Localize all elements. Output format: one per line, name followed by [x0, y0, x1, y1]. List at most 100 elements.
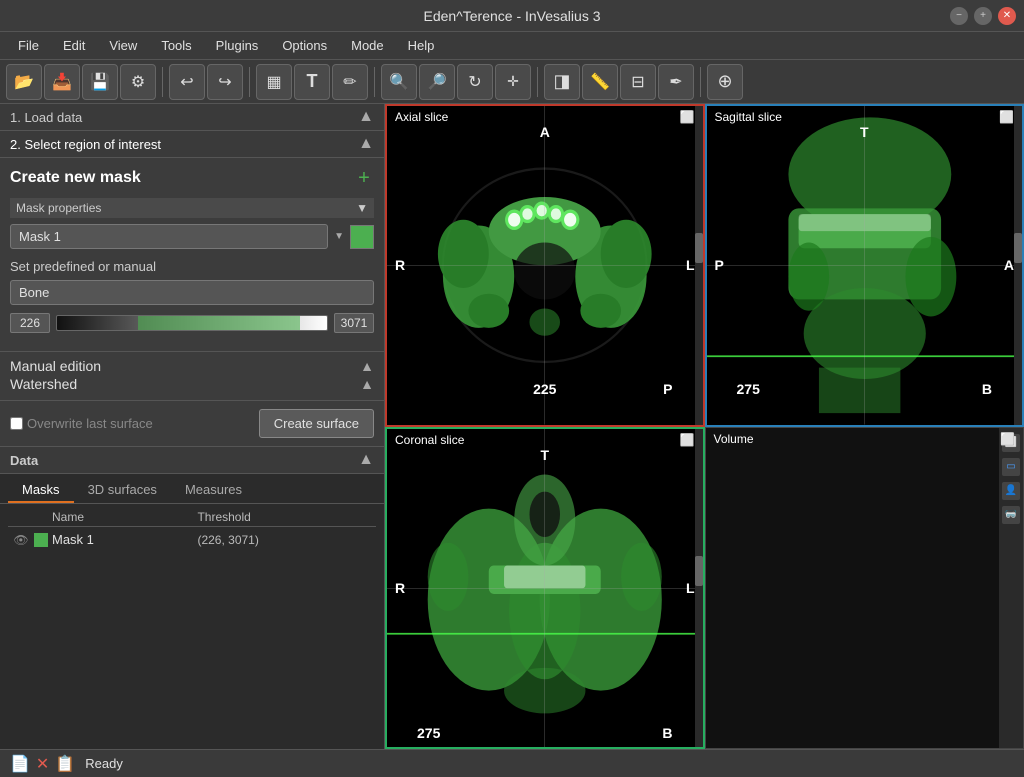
window-controls: − + ✕: [950, 7, 1016, 25]
copy-icon[interactable]: 📋: [55, 754, 75, 774]
zoom-in-button[interactable]: 🔍: [381, 64, 417, 100]
watershed-expand[interactable]: ▲: [360, 376, 374, 392]
axial-orient-top: A: [540, 124, 550, 140]
threshold-max-input[interactable]: 3071: [334, 313, 374, 333]
sagittal-orient-right: A: [1004, 257, 1014, 273]
status-text: Ready: [85, 756, 123, 771]
step2-label: 2. Select region of interest: [10, 137, 161, 152]
undo-button[interactable]: ↩: [169, 64, 205, 100]
settings-button[interactable]: ⚙: [120, 64, 156, 100]
zoom-out-button[interactable]: 🔎: [419, 64, 455, 100]
manual-edition-label: Manual edition: [10, 358, 101, 374]
step2-expand[interactable]: ▲: [358, 135, 374, 153]
volume-panel: Volume ⬜ ⬜ ▭ 👤 🥽: [705, 427, 1024, 750]
sagittal-orient-top: T: [860, 124, 869, 140]
threshold-range-highlight: [138, 316, 300, 330]
menu-item-tools[interactable]: Tools: [151, 36, 201, 55]
axial-scrollbar[interactable]: [695, 106, 703, 425]
sagittal-slice-panel[interactable]: Sagittal slice ⬜ T P A 275 B: [705, 104, 1024, 427]
vol-icon-person[interactable]: 👤: [1002, 482, 1020, 500]
tab-3dsurfaces[interactable]: 3D surfaces: [74, 478, 171, 503]
vol-icon-glasses[interactable]: 🥽: [1002, 506, 1020, 524]
axial-orient-right: L: [686, 257, 695, 273]
sagittal-slice-label: Sagittal slice: [715, 110, 782, 124]
mask-color-box[interactable]: [350, 225, 374, 249]
mask-add-button[interactable]: ⊕: [707, 64, 743, 100]
menu-item-mode[interactable]: Mode: [341, 36, 394, 55]
menu-item-file[interactable]: File: [8, 36, 49, 55]
titlebar: Eden^Terence - InVesalius 3 − + ✕: [0, 0, 1024, 32]
sagittal-scrollbar-thumb: [1014, 233, 1022, 263]
coronal-scrollbar[interactable]: [695, 429, 703, 748]
sagittal-expand-icon[interactable]: ⬜: [999, 110, 1014, 124]
coronal-expand-icon[interactable]: ⬜: [680, 433, 695, 447]
rotate-button[interactable]: ↻: [457, 64, 493, 100]
redo-button[interactable]: ↪: [207, 64, 243, 100]
menu-item-edit[interactable]: Edit: [53, 36, 95, 55]
create-surface-button[interactable]: Create surface: [259, 409, 374, 438]
threshold-row: 226 3071: [10, 313, 374, 333]
tab-measures[interactable]: Measures: [171, 478, 256, 503]
left-panel: 1. Load data ▲ 2. Select region of inter…: [0, 104, 385, 749]
toolbar-separator-5: [700, 67, 701, 97]
axial-expand-icon[interactable]: ⬜: [680, 110, 695, 124]
vol-icon-2[interactable]: ▭: [1002, 458, 1020, 476]
data-expand[interactable]: ▲: [358, 451, 374, 469]
overwrite-checkbox[interactable]: [10, 417, 23, 430]
toolbar-separator-1: [162, 67, 163, 97]
sagittal-scrollbar[interactable]: [1014, 106, 1022, 425]
step1-label: 1. Load data: [10, 110, 82, 125]
volume-sidebar: ⬜ ▭ 👤 🥽: [999, 428, 1023, 749]
slice-button[interactable]: ⊟: [620, 64, 656, 100]
coronal-slice-panel[interactable]: Coronal slice ⬜ T R L 275 B: [385, 427, 705, 750]
coronal-scrollbar-thumb: [695, 556, 703, 586]
coronal-orient-right: L: [686, 580, 695, 596]
volume-label: Volume: [714, 432, 754, 446]
ruler-button[interactable]: 📏: [582, 64, 618, 100]
coronal-slice-label: Coronal slice: [395, 433, 464, 447]
threshold-track[interactable]: [56, 315, 328, 331]
threshold-min-input[interactable]: 226: [10, 313, 50, 333]
maximize-button[interactable]: +: [974, 7, 992, 25]
step1-expand[interactable]: ▲: [358, 108, 374, 126]
data-tabs: Masks 3D surfaces Measures: [0, 474, 384, 504]
bone-preset-dropdown[interactable]: Bone Soft Tissue Custom: [10, 280, 374, 305]
save-button[interactable]: 💾: [82, 64, 118, 100]
mask-properties-arrow: ▼: [356, 201, 368, 215]
manual-edition-expand[interactable]: ▲: [360, 358, 374, 374]
status-icons: 📄 ✕ 📋: [10, 754, 75, 774]
axial-orient-bottom: P: [663, 381, 672, 397]
move-button[interactable]: ✛: [495, 64, 531, 100]
pencil2-button[interactable]: ✒: [658, 64, 694, 100]
new-file-icon[interactable]: 📄: [10, 754, 30, 774]
menubar: FileEditViewTools PluginsOptionsModeHelp: [0, 32, 1024, 60]
close-button[interactable]: ✕: [998, 7, 1016, 25]
layout-button[interactable]: ▦: [256, 64, 292, 100]
pencil-button[interactable]: ✏: [332, 64, 368, 100]
menu-item-view[interactable]: View: [99, 36, 147, 55]
text-button[interactable]: T: [294, 64, 330, 100]
menu-item-help[interactable]: Help: [398, 36, 445, 55]
add-mask-button[interactable]: +: [354, 168, 374, 188]
volume-view: [706, 428, 1024, 749]
coronal-bottom-num: 275: [417, 725, 440, 741]
tab-masks[interactable]: Masks: [8, 478, 74, 503]
axial-slice-panel[interactable]: Axial slice ⬜ A R L 225 P: [385, 104, 705, 427]
import-dicom-button[interactable]: 📥: [44, 64, 80, 100]
surface-row: Overwrite last surface Create surface: [0, 401, 384, 447]
contrast-button[interactable]: ◨: [544, 64, 580, 100]
table-row[interactable]: 👁 Mask 1 (226, 3071): [8, 529, 376, 550]
mask-row-name: Mask 1: [52, 532, 197, 547]
eye-icon[interactable]: 👁: [12, 533, 30, 547]
menu-item-plugins[interactable]: Plugins: [206, 36, 269, 55]
mask-name-dropdown[interactable]: Mask 1: [10, 224, 328, 249]
minimize-button[interactable]: −: [950, 7, 968, 25]
import-button[interactable]: 📂: [6, 64, 42, 100]
delete-icon[interactable]: ✕: [36, 754, 49, 774]
data-header: Data ▲: [0, 447, 384, 474]
axial-slice-label: Axial slice: [395, 110, 448, 124]
main-area: 1. Load data ▲ 2. Select region of inter…: [0, 104, 1024, 749]
right-content: Axial slice ⬜ A R L 225 P: [385, 104, 1024, 749]
menu-item-options[interactable]: Options: [272, 36, 337, 55]
volume-expand-icon[interactable]: ⬜: [1000, 432, 1015, 446]
